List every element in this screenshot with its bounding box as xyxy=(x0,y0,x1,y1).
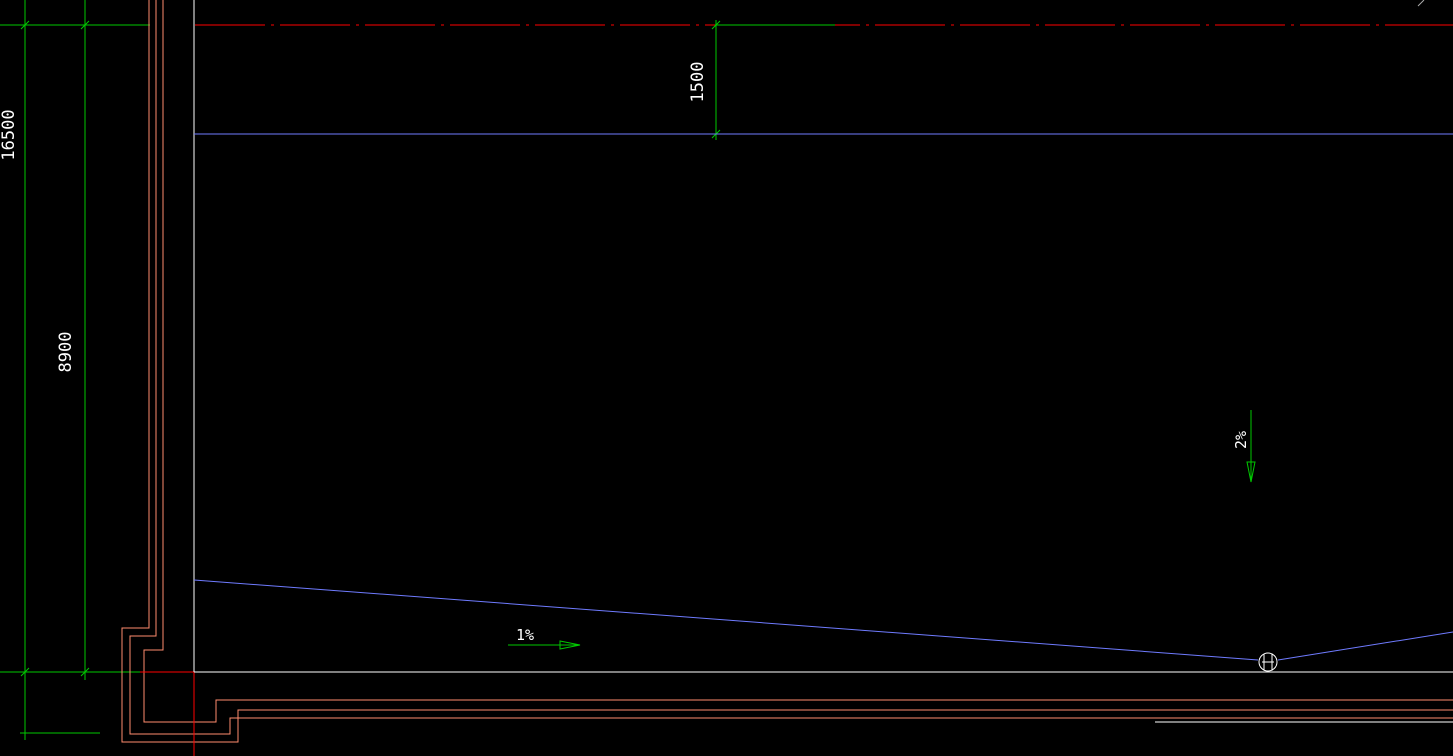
dimension-text-overall: 16500 xyxy=(0,109,19,160)
cad-drawing: 16500 8900 1500 1% 2% xyxy=(0,0,1453,756)
slab-edges xyxy=(193,133,1453,661)
slope-text-horizontal: 1% xyxy=(516,626,534,644)
corner-mark xyxy=(1417,0,1425,7)
wall-lines xyxy=(193,0,1453,723)
dimension-text-top-offset: 1500 xyxy=(688,62,708,103)
cad-drawing-canvas[interactable]: 16500 8900 1500 1% 2% xyxy=(0,0,1453,756)
slope-text-vertical: 2% xyxy=(1232,431,1250,449)
axis-cross xyxy=(140,671,195,756)
wall-outline xyxy=(121,0,1453,743)
floor-drain-icon[interactable] xyxy=(1258,652,1278,672)
dimension-lines xyxy=(0,0,835,740)
dimension-text-inner: 8900 xyxy=(56,332,76,373)
